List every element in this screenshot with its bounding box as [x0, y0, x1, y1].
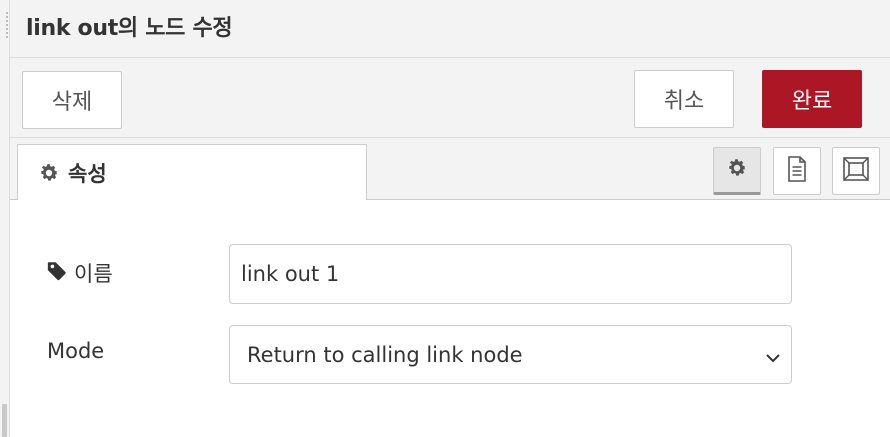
done-button[interactable]: 완료: [762, 70, 862, 128]
name-label: 이름: [74, 262, 113, 286]
description-tab-button[interactable]: [773, 147, 821, 195]
tag-icon: [46, 260, 68, 287]
scrollbar-thumb[interactable]: [2, 404, 7, 437]
editor-header: link out의 노드 수정: [10, 0, 890, 58]
cancel-button[interactable]: 취소: [634, 70, 734, 128]
gear-icon: [726, 157, 748, 183]
sidebar-resize-strip[interactable]: [0, 0, 10, 437]
name-input[interactable]: link out 1: [229, 244, 792, 304]
tab-properties[interactable]: 속성: [17, 144, 367, 201]
drag-handle[interactable]: [6, 12, 8, 38]
appearance-tab-button[interactable]: [832, 147, 880, 195]
document-icon: [786, 156, 808, 186]
chevron-down-icon: [765, 347, 781, 371]
tab-bar: 속성: [10, 138, 890, 201]
gear-icon: [38, 162, 60, 184]
name-label-row: 이름: [46, 258, 113, 288]
tab-properties-label: 속성: [68, 162, 107, 186]
properties-tab-button[interactable]: [713, 147, 761, 195]
properties-form: 이름 link out 1 Mode Return to calling lin…: [10, 200, 890, 437]
delete-button[interactable]: 삭제: [22, 71, 122, 129]
mode-select[interactable]: Return to calling link node: [229, 325, 792, 384]
frame-icon: [842, 156, 870, 186]
editor-toolbar: 삭제 취소 완료: [10, 58, 890, 138]
page-title: link out의 노드 수정: [26, 16, 233, 41]
mode-select-value: Return to calling link node: [247, 342, 523, 367]
mode-label: Mode: [47, 339, 105, 363]
